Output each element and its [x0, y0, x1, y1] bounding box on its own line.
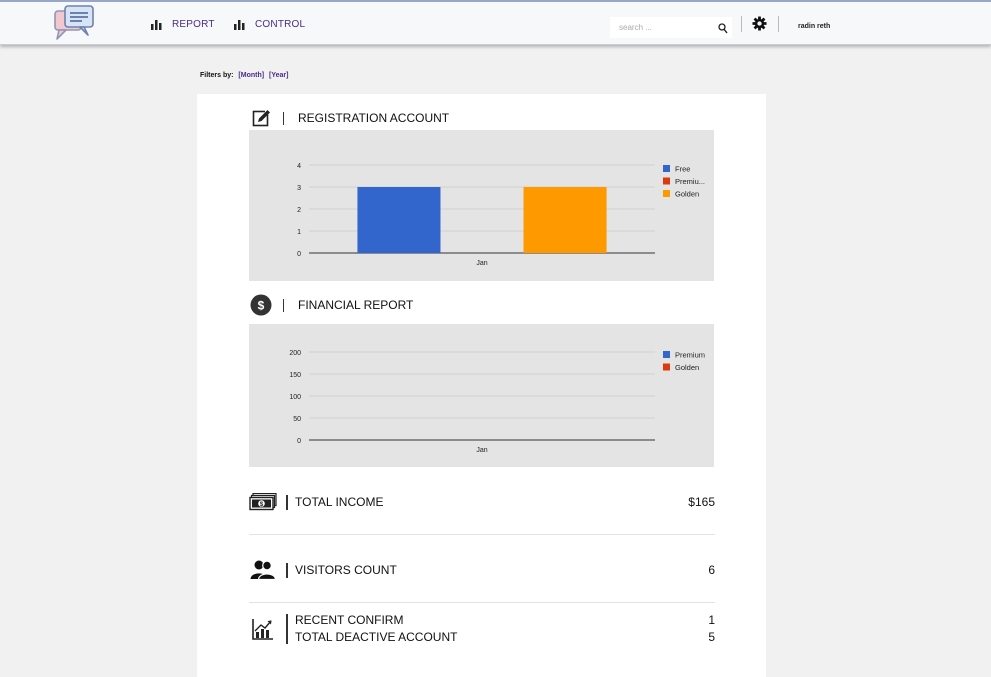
- y-tick-label: 4: [297, 163, 301, 170]
- financial-chart-svg: 0 50 100 150 200 Jan Premium Golden: [289, 350, 705, 454]
- legend-swatch: [663, 165, 670, 172]
- registration-title: REGISTRATION ACCOUNT: [298, 111, 450, 125]
- y-tick-label: 2: [297, 207, 301, 214]
- filter-year-link[interactable]: [Year]: [269, 72, 288, 79]
- registration-chart-svg: 0 1 2 3 4 Jan Free Premiu... Golden: [297, 163, 705, 267]
- deactive-label: TOTAL DEACTIVE ACCOUNT: [295, 630, 458, 644]
- total-income-row: $ TOTAL INCOME $165: [249, 488, 715, 516]
- divider: [249, 534, 715, 535]
- legend-label: Premium: [675, 351, 705, 360]
- bar-golden: [523, 187, 607, 253]
- separator: [778, 16, 779, 32]
- deactive-value: 5: [708, 630, 715, 644]
- y-tick-label: 0: [297, 251, 301, 258]
- search-box: [610, 17, 732, 38]
- recent-confirm-label: RECENT CONFIRM: [295, 613, 404, 627]
- legend-swatch: [663, 351, 670, 358]
- gear-icon[interactable]: [752, 16, 767, 36]
- legend-label: Golden: [675, 190, 699, 199]
- x-tick-label: Jan: [476, 260, 487, 267]
- nav-control-label: CONTROL: [255, 19, 306, 30]
- x-tick-label: Jan: [476, 447, 487, 454]
- search-input[interactable]: [610, 18, 710, 37]
- nav-report[interactable]: REPORT: [151, 19, 215, 30]
- y-tick-label: 1: [297, 229, 301, 236]
- total-income-value: $165: [688, 495, 715, 509]
- y-tick-label: 150: [289, 372, 301, 379]
- y-tick-label: 3: [297, 185, 301, 192]
- money-icon: $: [249, 488, 277, 516]
- dashboard-card: REGISTRATION ACCOUNT 0 1 2 3 4 Jan Free Premiu.…: [197, 94, 766, 677]
- legend-label: Premiu...: [675, 177, 705, 186]
- svg-text:$: $: [258, 299, 265, 313]
- accounts-labels: RECENT CONFIRM TOTAL DEACTIVE ACCOUNT: [295, 612, 708, 646]
- y-tick-label: 100: [289, 394, 301, 401]
- separator: [741, 16, 742, 32]
- legend-label: Free: [675, 165, 690, 174]
- visitors-label: VISITORS COUNT: [295, 563, 397, 577]
- y-tick-label: 0: [297, 438, 301, 445]
- bar-chart-icon: [234, 19, 245, 30]
- bar-free: [357, 187, 441, 253]
- user-name[interactable]: radin reth: [798, 23, 830, 30]
- accounts-row: RECENT CONFIRM TOTAL DEACTIVE ACCOUNT 1 …: [249, 612, 715, 646]
- accounts-values: 1 5: [708, 612, 715, 646]
- divider: [249, 602, 715, 603]
- visitors-value: 6: [708, 563, 715, 577]
- visitors-row: VISITORS COUNT 6: [249, 556, 715, 584]
- filter-month-link[interactable]: [Month]: [238, 72, 264, 79]
- filters-label: Filters by:: [200, 72, 234, 79]
- registration-chart: 0 1 2 3 4 Jan Free Premiu... Golden: [249, 130, 714, 281]
- trending-chart-icon: [249, 615, 277, 643]
- app-logo-icon[interactable]: [54, 4, 96, 42]
- recent-confirm-value: 1: [708, 613, 715, 627]
- registration-header: REGISTRATION ACCOUNT: [252, 108, 449, 128]
- financial-title: FINANCIAL REPORT: [298, 298, 414, 312]
- dollar-icon: $: [250, 294, 272, 316]
- filters-bar: Filters by: [Month] [Year]: [200, 72, 288, 79]
- top-navbar: REPORT CONTROL search ... radin reth: [0, 0, 991, 45]
- legend-swatch: [663, 363, 670, 371]
- nav-report-label: REPORT: [172, 19, 215, 30]
- financial-chart: 0 50 100 150 200 Jan Premium Golden: [249, 324, 714, 467]
- legend-swatch: [663, 177, 670, 185]
- financial-header: $ FINANCIAL REPORT: [250, 294, 413, 316]
- edit-icon: [252, 108, 271, 127]
- total-income-label: TOTAL INCOME: [295, 495, 384, 509]
- bar-chart-icon: [151, 19, 162, 30]
- y-tick-label: 200: [289, 350, 301, 357]
- search-icon[interactable]: [718, 21, 728, 39]
- legend-label: Golden: [675, 363, 699, 372]
- users-icon: [249, 556, 277, 584]
- nav-control[interactable]: CONTROL: [234, 19, 305, 30]
- y-tick-label: 50: [293, 416, 301, 423]
- legend-swatch: [663, 190, 670, 197]
